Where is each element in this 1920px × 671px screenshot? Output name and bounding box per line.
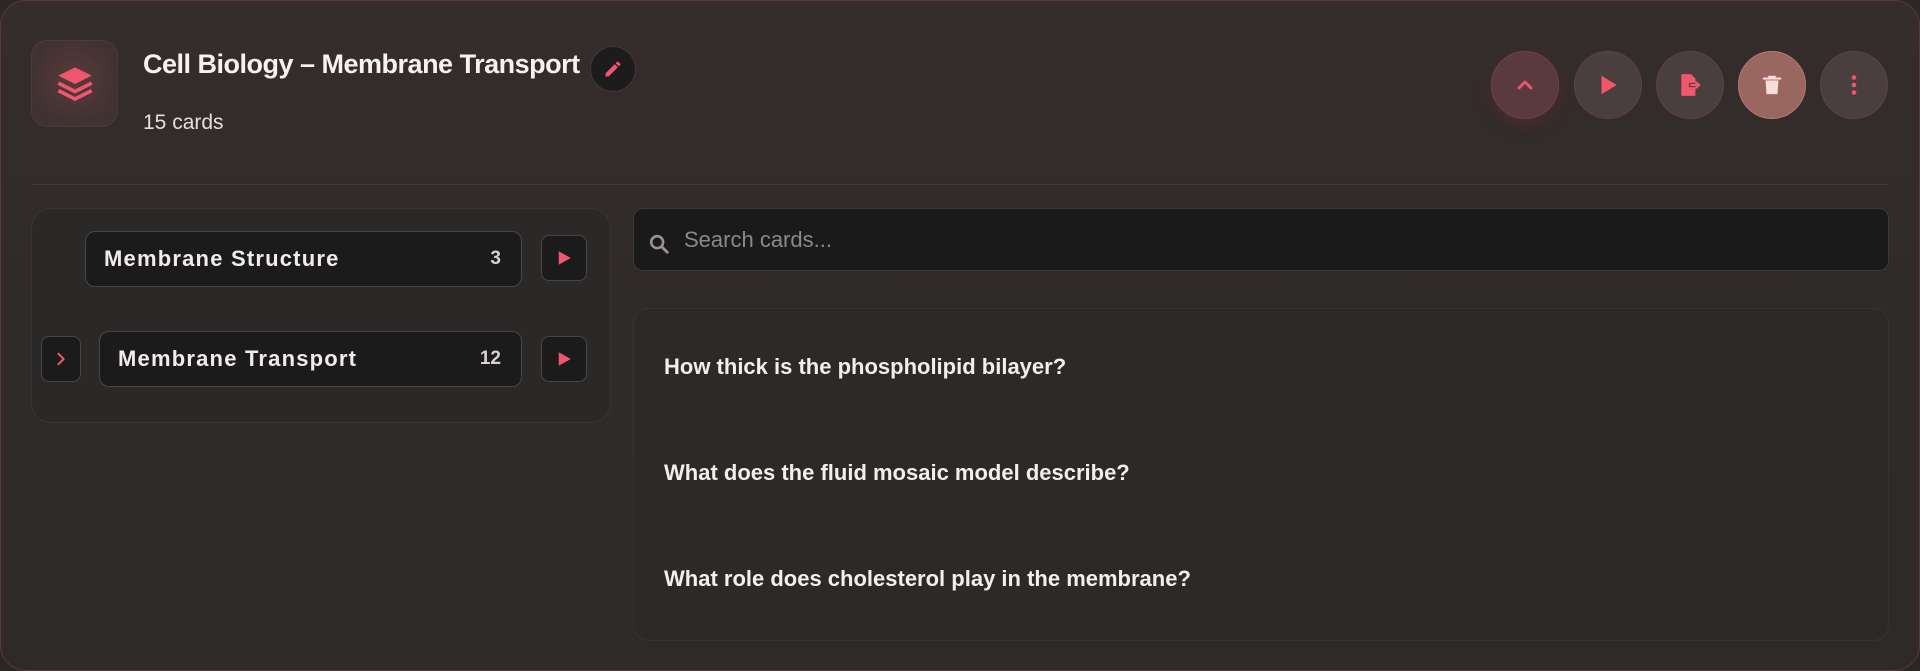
play-icon [1601,75,1617,95]
study-topic-button[interactable] [541,336,587,382]
chevron-right-icon [57,352,65,366]
edit-title-button[interactable] [590,46,636,92]
card-question[interactable]: What does the fluid mosaic model describ… [664,460,1130,486]
search-input[interactable] [682,209,1872,270]
chevron-up-icon [1517,80,1533,90]
pencil-icon [605,61,621,77]
header-divider [31,184,1889,185]
deck-layers-icon [31,40,118,127]
play-icon [558,352,571,366]
more-vertical-icon [1851,75,1857,95]
topic-name: Membrane Structure [104,246,340,271]
card-question[interactable]: How thick is the phospholipid bilayer? [664,354,1066,380]
export-deck-button[interactable] [1656,51,1724,119]
topic-name: Membrane Transport [118,346,358,371]
deck-title: Cell Biology – Membrane Transport [143,49,580,79]
study-topic-button[interactable] [541,235,587,281]
trash-icon [1762,75,1782,95]
delete-deck-button[interactable] [1738,51,1806,119]
topic-card-count: 12 [479,348,501,369]
play-icon [558,251,571,265]
search-bar [633,208,1889,271]
more-options-button[interactable] [1820,51,1888,119]
collapse-button[interactable] [1491,51,1559,119]
card-question[interactable]: What role does cholesterol play in the m… [664,566,1191,592]
topic-card-count: 3 [490,248,501,269]
search-icon [649,234,669,254]
deck-panel: Cell Biology – Membrane Transport 15 car… [0,0,1920,671]
study-deck-button[interactable] [1574,51,1642,119]
file-export-icon [1681,74,1701,96]
card-list: How thick is the phospholipid bilayer? W… [633,308,1889,641]
card-count: 15 cards [143,111,224,134]
topic-item-membrane-transport[interactable]: Membrane Transport 12 [99,331,522,387]
expand-topic-button[interactable] [41,336,81,382]
topic-item-membrane-structure[interactable]: Membrane Structure 3 [85,231,522,287]
